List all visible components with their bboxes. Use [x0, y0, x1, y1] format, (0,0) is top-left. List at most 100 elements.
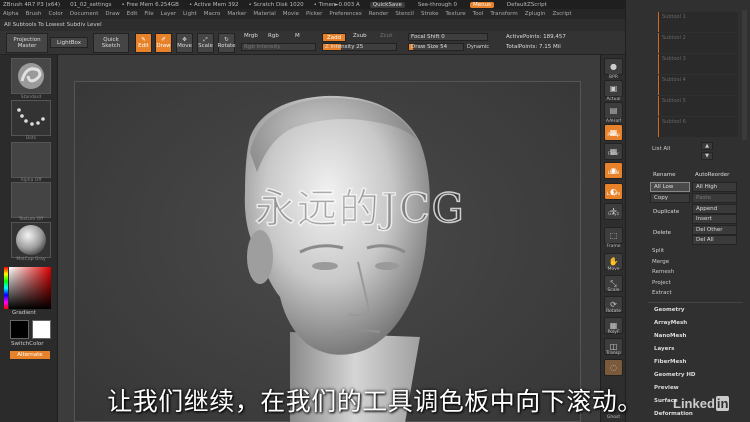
scale-mode-button[interactable]: ⤢ Scale [197, 33, 214, 53]
ghost-button[interactable]: ◌ [604, 359, 623, 376]
draw-size-slider[interactable]: Draw Size 54 [408, 43, 464, 51]
document-frame[interactable] [74, 81, 581, 422]
switch-color-button[interactable]: SwitchColor [11, 341, 44, 347]
arraymesh-subpalette[interactable]: ArrayMesh [654, 320, 687, 326]
transp-icon: ◫ [609, 342, 618, 351]
aahalf-button[interactable]: ▤ [604, 102, 623, 119]
gradient-label[interactable]: Gradient [12, 310, 36, 316]
menu-macro[interactable]: Macro [204, 11, 221, 17]
rgb-button[interactable]: Rgb [268, 33, 279, 39]
menu-edit[interactable]: Edit [127, 11, 138, 17]
all-high-button[interactable]: All High [692, 182, 737, 192]
alpha-thumbnail[interactable] [11, 142, 51, 178]
subtool-slot-2[interactable]: Subtool 2 [658, 33, 738, 53]
subtool-slot-3[interactable]: Subtool 3 [658, 54, 738, 74]
menu-material[interactable]: Material [253, 11, 275, 17]
z-intensity-slider[interactable]: Z Intensity 25 [322, 43, 397, 51]
fibermesh-subpalette[interactable]: FiberMesh [654, 359, 686, 365]
m-button[interactable]: M [295, 33, 300, 39]
menu-tool[interactable]: Tool [473, 11, 484, 17]
zcut-button[interactable]: Zcut [380, 33, 392, 39]
list-all-button[interactable]: List All [652, 146, 670, 152]
texture-thumbnail[interactable] [11, 182, 51, 218]
menu-light[interactable]: Light [183, 11, 197, 17]
menu-movie[interactable]: Movie [283, 11, 299, 17]
dynamic-button[interactable]: Dynamic [467, 44, 489, 50]
append-button[interactable]: Append [692, 204, 737, 214]
duplicate-button[interactable]: Duplicate [650, 208, 690, 220]
menu-transform[interactable]: Transform [490, 11, 517, 17]
menu-draw[interactable]: Draw [105, 11, 119, 17]
menu-color[interactable]: Color [49, 11, 63, 17]
arrow-up-icon[interactable]: ▲ [701, 142, 713, 150]
menu-marker[interactable]: Marker [227, 11, 246, 17]
subtool-slot-6[interactable]: Subtool 6 [658, 117, 738, 137]
projection-master-button[interactable]: Projection Master [6, 33, 48, 53]
delete-button[interactable]: Delete [650, 229, 690, 241]
brush-thumbnail[interactable] [11, 58, 51, 94]
secondary-color-swatch[interactable] [32, 320, 51, 339]
menu-zscript[interactable]: Zscript [552, 11, 571, 17]
split-menu[interactable]: Split [652, 248, 664, 254]
frame-button[interactable]: ⬚ [604, 227, 623, 244]
lightbox-button[interactable]: LightBox [50, 37, 88, 48]
alternate-button[interactable]: Alternate [10, 351, 50, 359]
geometry-subpalette[interactable]: Geometry [654, 307, 684, 313]
paste-button[interactable]: Paste [692, 193, 737, 203]
stroke-thumbnail[interactable] [11, 100, 51, 136]
bpr-button[interactable]: ● [604, 58, 623, 75]
remesh-menu[interactable]: Remesh [652, 269, 674, 275]
subtool-slot-5[interactable]: Subtool 5 [658, 96, 738, 116]
menu-stroke[interactable]: Stroke [421, 11, 439, 17]
see-through-slider[interactable]: See-through 0 [415, 2, 460, 8]
zadd-button[interactable]: Zadd [322, 33, 346, 42]
menu-picker[interactable]: Picker [306, 11, 322, 17]
main-color-swatch[interactable] [10, 320, 29, 339]
rgb-intensity-slider[interactable]: Rgb Intensity [241, 43, 316, 51]
project-menu[interactable]: Project [652, 280, 671, 286]
layers-subpalette[interactable]: Layers [654, 346, 674, 352]
rotate-mode-button[interactable]: ↻ Rotate [218, 33, 236, 53]
menu-stencil[interactable]: Stencil [395, 11, 414, 17]
menu-alpha[interactable]: Alpha [3, 11, 19, 17]
canvas-area[interactable] [58, 55, 600, 422]
geometry-hd-subpalette[interactable]: Geometry HD [654, 372, 696, 378]
quicksave-button[interactable]: QuickSave [369, 1, 405, 8]
arrow-down-icon[interactable]: ▼ [701, 152, 713, 160]
menu-render[interactable]: Render [369, 11, 389, 17]
rename-button[interactable]: Rename [650, 171, 690, 181]
material-thumbnail[interactable] [11, 222, 51, 258]
hue-strip[interactable] [4, 267, 8, 309]
menu-texture[interactable]: Texture [446, 11, 466, 17]
menu-brush[interactable]: Brush [26, 11, 42, 17]
edit-mode-button[interactable]: ✎ Edit [135, 33, 152, 53]
auto-reorder-button[interactable]: AutoReorder [692, 171, 737, 181]
menu-preferences[interactable]: Preferences [329, 11, 361, 17]
nanomesh-subpalette[interactable]: NanoMesh [654, 333, 686, 339]
subtool-slot-4[interactable]: Subtool 4 [658, 75, 738, 95]
all-low-button[interactable]: All Low [650, 182, 690, 192]
actual-button[interactable]: ▣ [604, 80, 623, 97]
menu-document[interactable]: Document [70, 11, 99, 17]
sculpted-head-model[interactable] [75, 82, 582, 422]
quick-sketch-button[interactable]: Quick Sketch [93, 33, 129, 53]
mrgb-button[interactable]: Mrgb [244, 33, 258, 39]
subtool-slot-1[interactable]: Subtool 1 [658, 12, 738, 32]
del-other-button[interactable]: Del Other [692, 225, 737, 235]
color-picker[interactable] [9, 267, 51, 309]
del-all-button[interactable]: Del All [692, 235, 737, 245]
zsub-button[interactable]: Zsub [353, 33, 367, 39]
insert-button[interactable]: Insert [692, 214, 737, 224]
subtool-scrollbar[interactable] [742, 10, 747, 140]
copy-button[interactable]: Copy [650, 193, 690, 203]
menu-layer[interactable]: Layer [161, 11, 176, 17]
menu-zplugin[interactable]: Zplugin [525, 11, 546, 17]
focal-shift-slider[interactable]: Focal Shift 0 [408, 33, 488, 41]
menu-file[interactable]: File [144, 11, 153, 17]
extract-menu[interactable]: Extract [652, 290, 672, 296]
move-mode-button[interactable]: ✥ Move [176, 33, 193, 53]
merge-menu[interactable]: Merge [652, 259, 669, 265]
menus-button[interactable]: Menus [469, 1, 494, 8]
default-zscript-button[interactable]: DefaultZScript [504, 2, 550, 8]
draw-mode-button[interactable]: ✐ Draw [155, 33, 172, 53]
